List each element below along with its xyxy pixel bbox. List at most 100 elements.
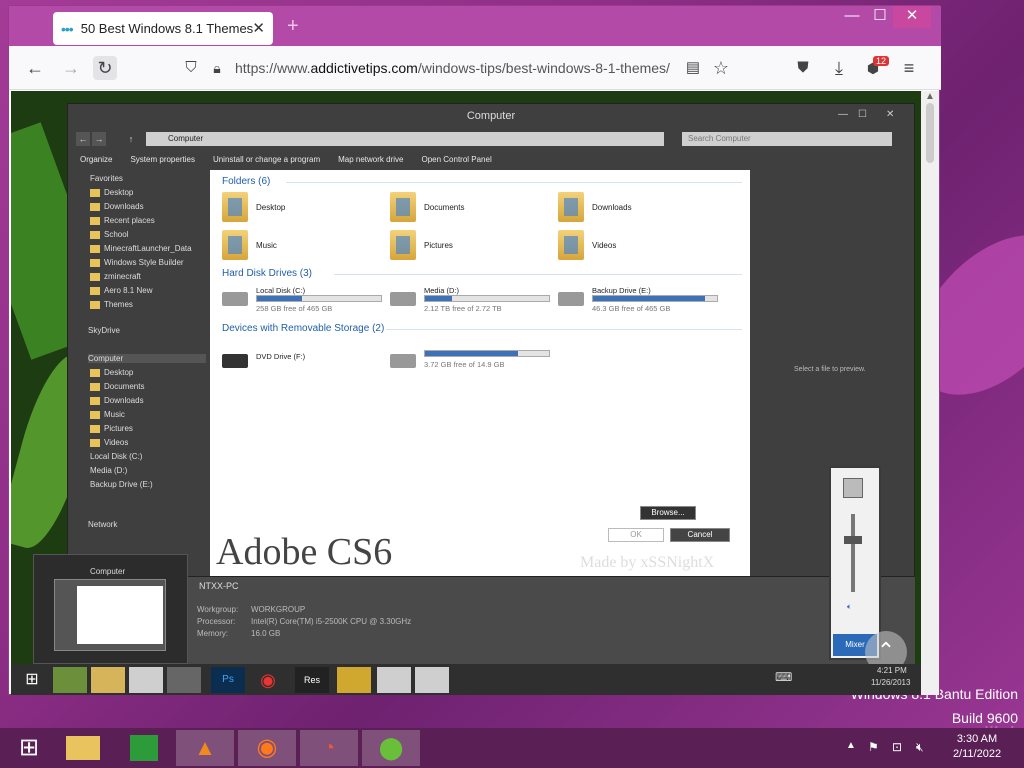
browser-tab[interactable]: ••• 50 Best Windows 8.1 Themes ✕: [53, 12, 273, 45]
reader-view-icon[interactable]: ▤: [681, 56, 705, 80]
app-taskbar-icon[interactable]: [415, 667, 449, 693]
menu-icon[interactable]: ≡: [897, 56, 921, 80]
folder-item[interactable]: Downloads: [558, 192, 632, 222]
nav-network[interactable]: Network: [88, 520, 117, 529]
group-header-hard-disks[interactable]: Hard Disk Drives (3): [222, 268, 312, 279]
nav-computer-item[interactable]: Backup Drive (E:): [90, 480, 153, 489]
pocket-icon[interactable]: ⛊: [791, 56, 815, 80]
nav-computer-item[interactable]: Pictures: [90, 424, 133, 433]
inner-start-icon[interactable]: ⊞: [15, 667, 49, 693]
res-hacker-icon[interactable]: Res: [295, 667, 329, 693]
shield-icon[interactable]: ⛉: [179, 56, 203, 80]
file-explorer-taskbar-button[interactable]: [54, 730, 112, 766]
favorites-header[interactable]: Favorites: [90, 174, 123, 183]
open-control-panel-button[interactable]: Open Control Panel: [421, 155, 491, 164]
vlc-taskbar-button[interactable]: ▲: [176, 730, 234, 766]
app-taskbar-icon[interactable]: [167, 667, 201, 693]
lock-icon[interactable]: 🔒︎: [205, 56, 229, 80]
drive-item[interactable]: Backup Drive (E:) 46.3 GB free of 465 GB: [558, 286, 728, 314]
folder-item[interactable]: Videos: [558, 230, 616, 260]
drive-item[interactable]: Local Disk (C:) 258 GB free of 465 GB: [222, 286, 392, 314]
nav-computer-item[interactable]: Media (D:): [90, 466, 127, 475]
app-taskbar-icon[interactable]: [377, 667, 411, 693]
scrollbar-thumb[interactable]: [926, 103, 934, 163]
nav-computer-item[interactable]: Videos: [90, 438, 128, 447]
ok-button[interactable]: OK: [608, 528, 664, 542]
nav-computer-item[interactable]: Music: [90, 410, 125, 419]
nav-computer-item[interactable]: Desktop: [90, 368, 133, 377]
reload-icon[interactable]: ↻: [93, 56, 117, 80]
start-button-icon[interactable]: ⊞: [0, 730, 58, 766]
explorer-close-button[interactable]: ✕: [886, 109, 894, 120]
nav-favorite-item[interactable]: Desktop: [90, 188, 133, 197]
nav-favorite-item[interactable]: School: [90, 230, 128, 239]
group-header-removable[interactable]: Devices with Removable Storage (2): [222, 323, 384, 334]
explorer-back-icon[interactable]: ←: [76, 132, 90, 146]
nav-favorite-item[interactable]: Themes: [90, 300, 133, 309]
app-taskbar-icon[interactable]: [129, 667, 163, 693]
nav-computer-item[interactable]: Documents: [90, 382, 144, 391]
system-properties-button[interactable]: System properties: [130, 155, 194, 164]
minecraft-icon[interactable]: [53, 667, 87, 693]
volume-slider-track[interactable]: [851, 514, 855, 592]
explorer-minimize-button[interactable]: —: [838, 109, 848, 120]
nav-skydrive[interactable]: SkyDrive: [88, 326, 120, 335]
nav-computer[interactable]: Computer: [88, 354, 206, 363]
taskbar-thumbnail-preview[interactable]: Computer: [33, 554, 188, 664]
system-clock[interactable]: 3:30 AM 2/11/2022: [936, 732, 1018, 762]
cancel-button[interactable]: Cancel: [670, 528, 730, 542]
nav-favorite-item[interactable]: MinecraftLauncher_Data: [90, 244, 192, 253]
explorer-up-icon[interactable]: ↑: [124, 132, 138, 146]
store-taskbar-button[interactable]: [114, 730, 172, 766]
download-icon[interactable]: ⤓: [827, 56, 851, 80]
volume-slider-thumb[interactable]: [844, 536, 862, 544]
chrome-icon[interactable]: ◉: [251, 667, 285, 693]
app-taskbar-icon[interactable]: [337, 667, 371, 693]
keyboard-icon[interactable]: ⌨: [775, 670, 792, 684]
removable-drive-item[interactable]: 3.72 GB free of 14.9 GB: [390, 348, 560, 376]
nav-computer-item[interactable]: Local Disk (C:): [90, 452, 142, 461]
ccleaner-taskbar-button[interactable]: ◔: [300, 730, 358, 766]
dvd-drive-item[interactable]: DVD Drive (F:): [222, 348, 392, 376]
map-network-drive-button[interactable]: Map network drive: [338, 155, 403, 164]
explorer-search-input[interactable]: Search Computer: [682, 132, 892, 146]
new-tab-button[interactable]: +: [287, 15, 299, 38]
volume-muted-icon[interactable]: 🔇︎: [916, 740, 924, 755]
explorer-forward-icon[interactable]: →: [92, 132, 106, 146]
tab-close-icon[interactable]: ✕: [252, 19, 265, 37]
network-icon[interactable]: ⊡: [892, 740, 902, 754]
folder-item[interactable]: Desktop: [222, 192, 285, 222]
nav-favorite-item[interactable]: Aero 8.1 New: [90, 286, 152, 295]
organize-button[interactable]: Organize: [80, 155, 112, 164]
back-arrow-icon[interactable]: ←: [23, 56, 47, 80]
forward-arrow-icon[interactable]: →: [59, 56, 83, 80]
nav-favorite-item[interactable]: Downloads: [90, 202, 144, 211]
browse-button[interactable]: Browse...: [640, 506, 696, 520]
flag-icon[interactable]: ⚑: [868, 740, 879, 754]
explorer-address-bar[interactable]: Computer: [146, 132, 664, 146]
nav-computer-item[interactable]: Downloads: [90, 396, 144, 405]
firefox-taskbar-button[interactable]: ◉: [238, 730, 296, 766]
group-header-folders[interactable]: Folders (6): [222, 176, 270, 187]
speaker-icon[interactable]: 🔈︎: [847, 602, 852, 612]
explorer-taskbar-icon[interactable]: [91, 667, 125, 693]
folder-item[interactable]: Pictures: [390, 230, 453, 260]
drive-item[interactable]: Media (D:) 2.12 TB free of 2.72 TB: [390, 286, 560, 314]
maximize-button[interactable]: ☐: [865, 6, 895, 28]
folder-item[interactable]: Music: [222, 230, 277, 260]
folder-item[interactable]: Documents: [390, 192, 464, 222]
tray-expand-icon[interactable]: ▲: [846, 740, 856, 751]
close-button[interactable]: ✕: [893, 6, 931, 28]
page-scrollbar[interactable]: ▲: [921, 91, 939, 695]
minimize-button[interactable]: —: [837, 6, 867, 28]
uninstall-program-button[interactable]: Uninstall or change a program: [213, 155, 320, 164]
photoshop-icon[interactable]: Ps: [211, 667, 245, 693]
nav-favorite-item[interactable]: Windows Style Builder: [90, 258, 184, 267]
explorer-maximize-button[interactable]: ☐: [858, 109, 867, 120]
app-taskbar-button[interactable]: ⬤: [362, 730, 420, 766]
url-bar[interactable]: https://www.addictivetips.com/windows-ti…: [235, 60, 670, 76]
nav-favorite-item[interactable]: Recent places: [90, 216, 155, 225]
scroll-up-icon[interactable]: ▲: [925, 91, 935, 102]
nav-favorite-item[interactable]: zminecraft: [90, 272, 141, 281]
bookmark-star-icon[interactable]: ☆: [709, 56, 733, 80]
